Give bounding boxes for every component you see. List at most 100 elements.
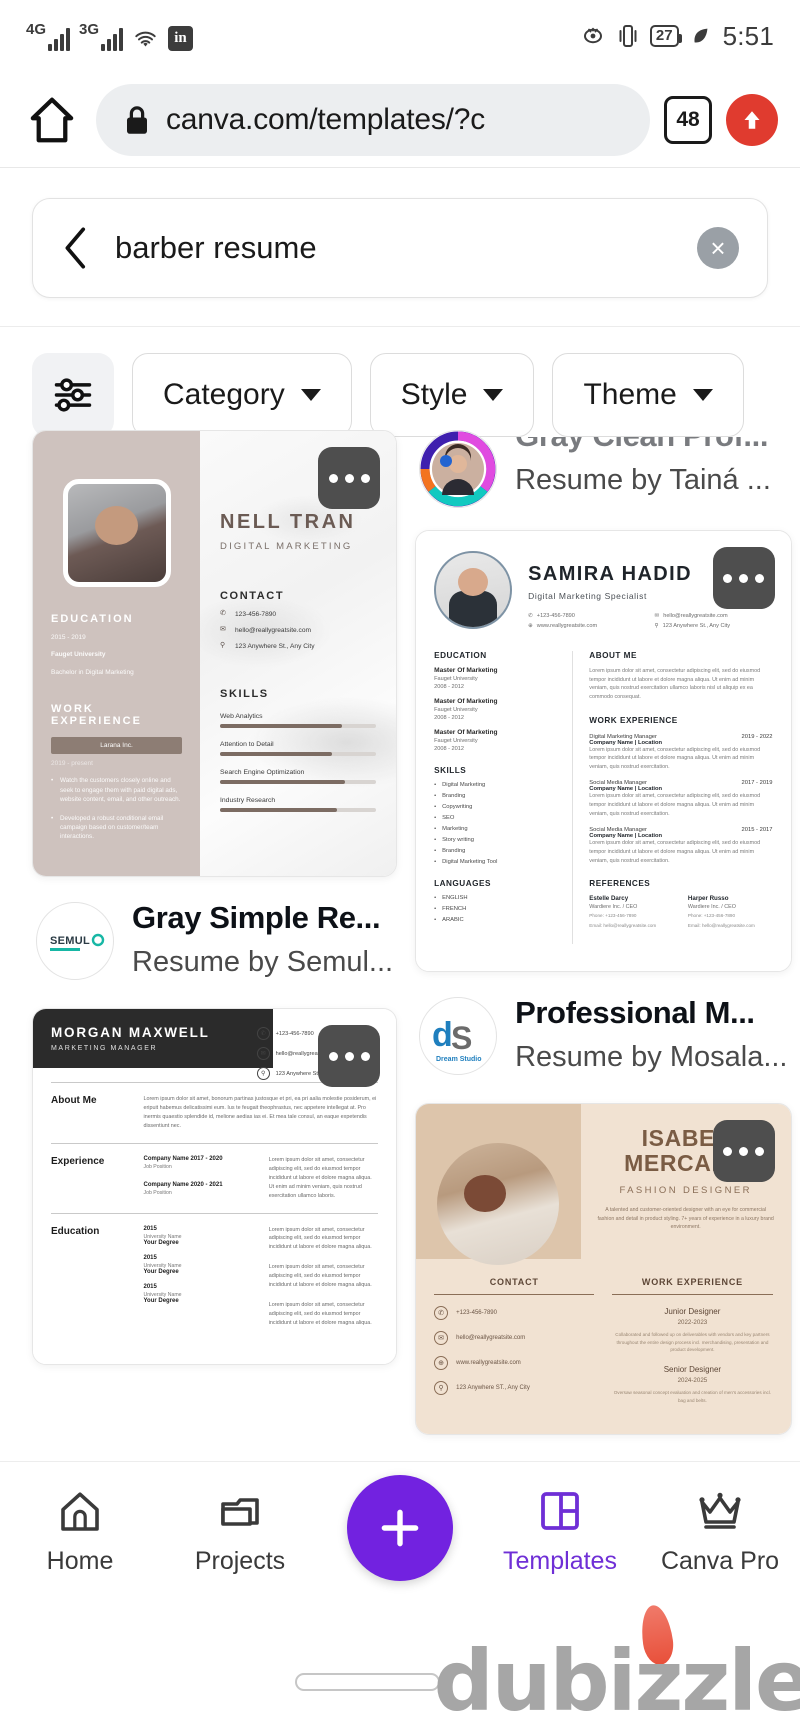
template-preview[interactable]: ISABEL MERCADO FASHION DESIGNER A talent… <box>415 1103 792 1436</box>
home-indicator[interactable] <box>295 1673 440 1691</box>
template-title: Professional M... <box>515 995 755 1030</box>
svg-text:d: d <box>432 1016 453 1054</box>
contact-text: hello@reallygreatsite.com <box>235 626 311 634</box>
reference-item: Estelle Darcy Wardiere Inc. / CEO Phone:… <box>589 895 674 930</box>
work-heading: WORK EXPERIENCE <box>51 703 142 728</box>
language-item: ARABIC <box>434 917 556 923</box>
contact-row: ⊕ www.reallygreatsite.com <box>528 623 640 629</box>
skill-name: Industry Research <box>220 797 276 804</box>
section-label: Education <box>51 1225 100 1237</box>
contact-text: hello@reallygreatsite.com <box>663 613 728 619</box>
education-block: EDUCATION Master Of Marketing Fauget Uni… <box>434 651 556 752</box>
tab-count-button[interactable]: 48 <box>664 95 712 144</box>
more-options-icon[interactable] <box>712 1120 775 1183</box>
template-preview[interactable]: SAMIRA HADID Digital Marketing Specialis… <box>415 530 792 972</box>
about-heading: ABOUT ME <box>589 651 637 660</box>
edu-years: 2008 - 2012 <box>434 746 464 752</box>
template-caption[interactable]: d S Dream Studio Professional M... Resum… <box>415 972 791 1103</box>
edu-degree: Your Degree <box>143 1268 179 1275</box>
section-text: Lorem ipsum dolor sit amet, consectetur … <box>269 1226 378 1328</box>
job-text: Lorem ipsum dolor sit amet, consectetur … <box>589 840 761 864</box>
company-dates: 2019 - present <box>51 760 93 768</box>
phone-screen: 4G 3G in 27 5:51 canva.com/templates/?c … <box>0 0 800 1733</box>
avatar <box>434 551 513 629</box>
more-options-icon[interactable] <box>318 1025 381 1088</box>
nav-item-canva-pro[interactable]: Canva Pro <box>640 1487 800 1576</box>
template-caption[interactable]: SEMUL Gray Simple Re... Resume by Semul.… <box>32 877 397 1008</box>
contact-row: ✆ 123-456-7890 <box>220 610 376 618</box>
skill-bar <box>220 752 377 756</box>
back-chevron-icon[interactable] <box>61 225 91 271</box>
svg-text:SEMUL: SEMUL <box>50 935 90 947</box>
nav-item-home[interactable]: Home <box>0 1487 160 1576</box>
languages-block: LANGUAGES ENGLISH FRENCH ARABIC <box>434 879 556 923</box>
template-tile[interactable]: MORGAN MAXWELL MARKETING MANAGER ✆ +123-4… <box>32 1008 398 1366</box>
search-section: barber resume × <box>0 168 800 327</box>
eye-icon <box>583 27 602 44</box>
skills-heading: SKILLS <box>434 766 467 775</box>
references-heading: REFERENCES <box>589 879 651 889</box>
reference-item: Harper Russo Wardiere Inc. / CEO Phone: … <box>688 895 773 930</box>
section-text: Lorem ipsum dolor sit amet, consectetur … <box>268 1156 372 1199</box>
results-column-right: Gray Clean Prof... Resume by Tainá ... S… <box>415 430 792 1593</box>
job-title: Job Position <box>143 1189 172 1196</box>
filter-sliders-icon[interactable] <box>32 353 114 437</box>
job-text: Lorem ipsum dolor sit amet, consectetur … <box>589 793 761 817</box>
bottom-navigation: Home Projects Templates Canva Pro <box>0 1461 800 1601</box>
web-icon: ⊕ <box>434 1356 449 1371</box>
template-preview[interactable]: MORGAN MAXWELL MARKETING MANAGER ✆ +123-4… <box>32 1008 398 1366</box>
address-bar[interactable]: canva.com/templates/?c <box>96 83 650 156</box>
phone-icon: ✆ <box>256 1027 270 1041</box>
edu-degree: Your Degree <box>143 1297 179 1304</box>
mail-icon: ✉ <box>654 613 660 619</box>
more-options-icon[interactable] <box>318 447 381 509</box>
skill-item: Marketing <box>434 826 556 832</box>
vibrate-icon <box>619 25 637 47</box>
leaf-icon <box>694 28 708 43</box>
filter-category-button[interactable]: Category <box>132 353 352 437</box>
template-caption[interactable]: Gray Clean Prof... Resume by Tainá ... <box>415 430 791 530</box>
contact-heading: CONTACT <box>434 1277 595 1296</box>
nav-item-create[interactable] <box>320 1474 480 1581</box>
education-heading: EDUCATION <box>434 651 487 660</box>
job-text: Oversaw seasonal concept evaluation and … <box>613 1390 772 1403</box>
resume-columns: EDUCATION Master Of Marketing Fauget Uni… <box>434 651 773 945</box>
nav-item-templates[interactable]: Templates <box>480 1487 640 1576</box>
more-options-icon[interactable] <box>712 547 775 609</box>
template-title: Gray Clean Prof... <box>515 437 771 456</box>
edu-degree: Master Of Marketing <box>434 729 498 736</box>
search-input[interactable]: barber resume <box>115 230 673 266</box>
search-bar[interactable]: barber resume × <box>32 198 768 298</box>
section-text: Lorem ipsum dolor sit amet, bonorum part… <box>143 1096 377 1130</box>
nav-item-projects[interactable]: Projects <box>160 1487 320 1576</box>
nav-label-canva-pro: Canva Pro <box>660 1547 780 1575</box>
job-years: 2022-2023 <box>677 1319 708 1327</box>
signal-bars-2 <box>101 27 124 51</box>
skill-name: Search Engine Optimization <box>220 769 305 776</box>
nav-label-home: Home <box>46 1547 114 1575</box>
caption-text: Professional M... Resume by Mosala... <box>515 994 787 1077</box>
skills-block: SKILLS Digital Marketing Branding Copywr… <box>434 766 556 865</box>
job-text: Lorem ipsum dolor sit amet, consectetur … <box>589 746 761 770</box>
network-type-1: 4G <box>26 20 47 38</box>
nav-label-projects: Projects <box>194 1547 286 1575</box>
contact-block: ✆ +123-456-7890 ✉ hello@reallygreatsite.co… <box>528 613 772 629</box>
template-tile[interactable]: SAMIRA HADID Digital Marketing Specialis… <box>415 530 792 1103</box>
filter-style-button[interactable]: Style <box>369 353 535 437</box>
contact-text: www.reallygreatsite.com <box>456 1360 521 1367</box>
template-preview[interactable]: EDUCATION 2015 - 2019 Fauget University … <box>32 430 398 877</box>
create-button[interactable] <box>347 1474 453 1581</box>
template-tile[interactable]: ISABEL MERCADO FASHION DESIGNER A talent… <box>415 1103 792 1436</box>
job-years: 2015 - 2017 <box>741 827 773 834</box>
nav-label-templates: Templates <box>503 1547 617 1575</box>
upload-arrow-icon[interactable] <box>726 93 778 146</box>
template-results-grid[interactable]: EDUCATION 2015 - 2019 Fauget University … <box>0 430 800 1593</box>
clear-search-icon[interactable]: × <box>697 227 739 269</box>
reference-role: Wardiere Inc. / CEO <box>589 904 638 911</box>
network-type-2: 3G <box>79 20 100 38</box>
home-icon[interactable] <box>22 93 82 147</box>
skill-name: Attention to Detail <box>220 741 274 748</box>
filter-theme-button[interactable]: Theme <box>552 353 744 437</box>
template-tile[interactable]: EDUCATION 2015 - 2019 Fauget University … <box>32 430 398 1008</box>
job-title: Junior Designer <box>664 1307 721 1317</box>
